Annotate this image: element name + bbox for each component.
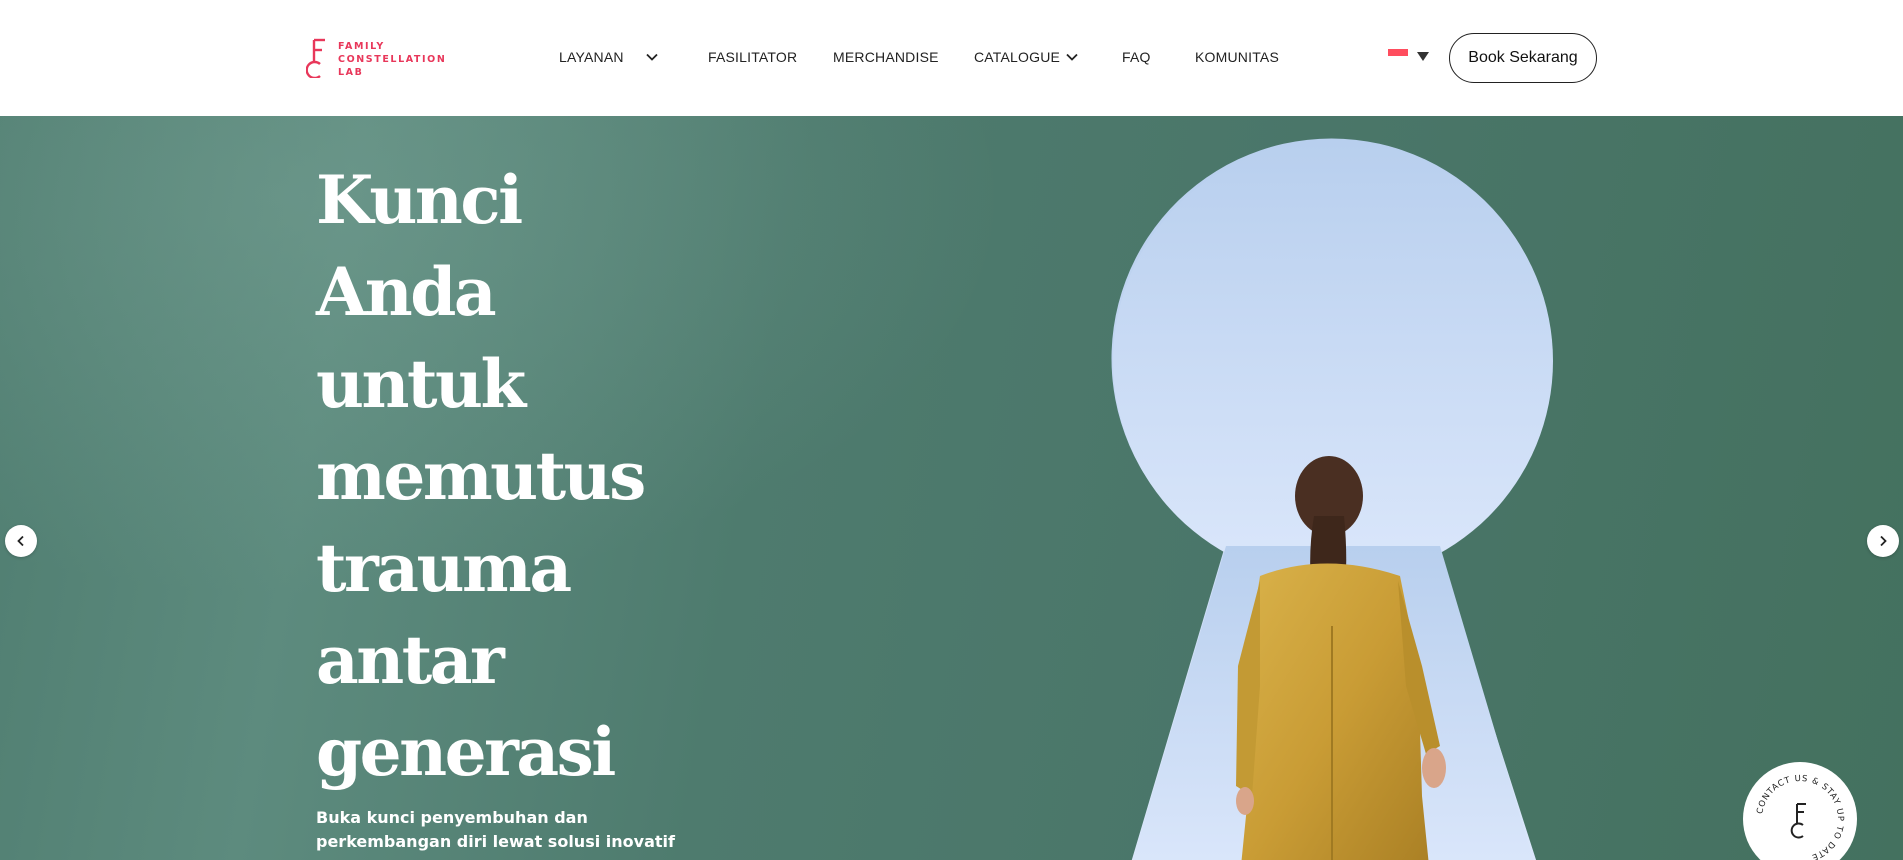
chevron-down-icon <box>646 53 658 61</box>
hero-title-line-1: Kunci <box>316 161 523 239</box>
chevron-down-icon <box>1066 53 1078 61</box>
nav-label-merchandise: MERCHANDISE <box>833 49 939 65</box>
hero-section: Kunci Anda untuk memutus trauma antar ge… <box>0 116 1903 860</box>
nav-item-fasilitator[interactable]: FASILITATOR <box>708 49 797 65</box>
nav-label-fasilitator: FASILITATOR <box>708 49 798 65</box>
hero-subtitle: Buka kunci penyembuhan dan perkembangan … <box>316 808 675 851</box>
chevron-right-icon <box>1880 535 1887 547</box>
hero-title-line-3: untuk <box>316 345 526 423</box>
chevron-left-icon <box>17 535 24 547</box>
hero-title-line-6: antar <box>316 621 505 699</box>
nav-item-layanan[interactable]: LAYANAN <box>559 49 658 65</box>
contact-us-badge[interactable]: CONTACT US & STAY UP TO DATE <box>1743 762 1857 860</box>
nav-item-catalogue[interactable]: CATALOGUE <box>974 49 1078 65</box>
key-f-logo-icon <box>1790 803 1806 839</box>
nav-label-faq: FAQ <box>1122 49 1151 65</box>
nav-item-faq[interactable]: FAQ <box>1122 49 1151 65</box>
hero-title-line-7: generasi <box>316 713 616 791</box>
contact-badge-text: CONTACT US & STAY UP TO DATE <box>1755 774 1845 860</box>
hero-title-line-2: Anda <box>316 253 497 331</box>
hero-title: Kunci Anda untuk memutus trauma antar ge… <box>316 154 736 798</box>
caret-down-icon <box>1417 51 1429 61</box>
keyhole-woman-image <box>1111 138 1553 860</box>
hero-background-glow <box>0 116 1903 860</box>
contact-badge-graphic: CONTACT US & STAY UP TO DATE <box>1755 774 1845 860</box>
hero-title-line-4: memutus <box>316 437 646 515</box>
slider-next-button[interactable] <box>1867 525 1899 557</box>
indonesia-flag-icon <box>1388 49 1408 63</box>
site-header: FAMILY CONSTELLATION LAB LAYANAN FASILIT… <box>0 0 1903 116</box>
slider-prev-button[interactable] <box>5 525 37 557</box>
nav-item-merchandise[interactable]: MERCHANDISE <box>833 49 939 65</box>
nav-label-layanan: LAYANAN <box>559 49 624 65</box>
main-nav: LAYANAN FASILITATOR MERCHANDISE CATALOGU… <box>0 0 1903 116</box>
hero-title-line-5: trauma <box>316 529 572 607</box>
language-selector[interactable] <box>1388 49 1429 63</box>
nav-label-catalogue: CATALOGUE <box>974 49 1061 65</box>
nav-item-komunitas[interactable]: KOMUNITAS <box>1195 49 1279 65</box>
book-now-button[interactable]: Book Sekarang <box>1449 33 1597 83</box>
nav-label-komunitas: KOMUNITAS <box>1195 49 1279 65</box>
